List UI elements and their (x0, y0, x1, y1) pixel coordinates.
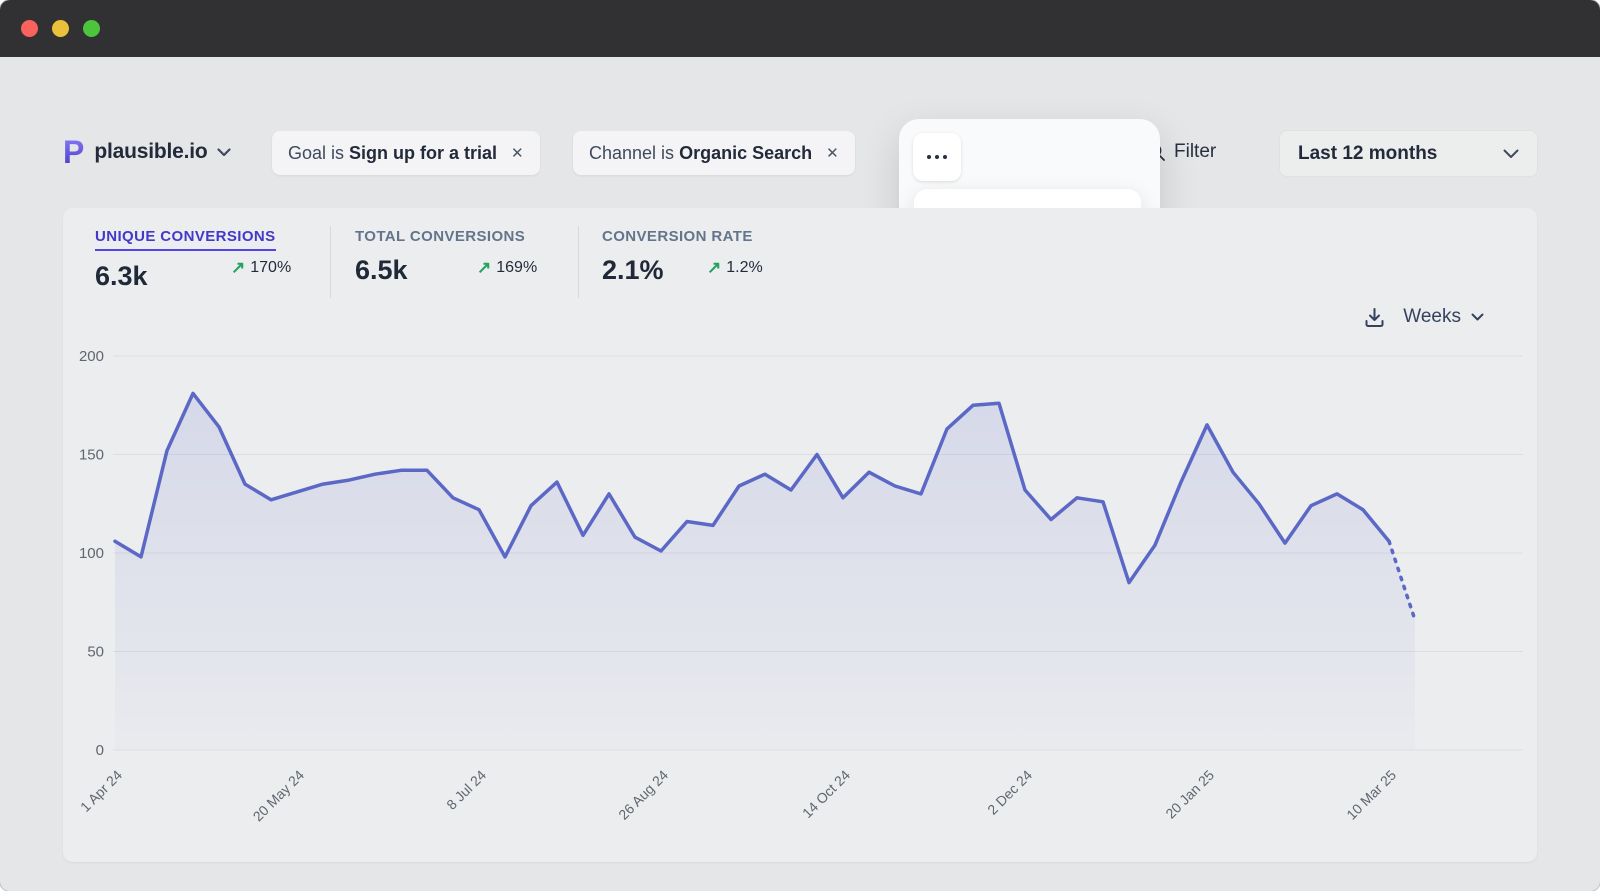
trend-up-icon: ↗ (231, 258, 245, 278)
titlebar (0, 0, 1600, 57)
download-icon[interactable] (1364, 307, 1385, 328)
chart-controls: Weeks (1364, 306, 1484, 328)
conversions-chart: 0 50 100 150 200 1 Apr 24 20 May 24 8 Jul 24 26 … (63, 208, 1537, 862)
filter-label: Filter (1174, 141, 1216, 163)
y-axis-tick-label: 150 (79, 447, 104, 464)
remove-filter-icon[interactable]: ✕ (826, 144, 839, 162)
metric-divider (330, 226, 331, 298)
filter-value: Sign up for a trial (349, 143, 497, 164)
interval-select[interactable]: Weeks (1403, 306, 1484, 328)
zoom-window-button[interactable] (83, 20, 100, 37)
dot-icon (943, 155, 947, 159)
plausible-logo-icon: P (63, 136, 84, 168)
chevron-down-icon (1471, 313, 1484, 321)
app-window: P plausible.io Goal is Sign up for a tri… (0, 0, 1600, 891)
filter-prefix: Channel is (589, 143, 674, 164)
dot-icon (935, 155, 939, 159)
metric-change: ↗ 170% (231, 258, 291, 278)
change-value: 1.2% (726, 259, 762, 277)
chevron-down-icon (217, 148, 231, 157)
filter-value: Organic Search (679, 143, 812, 164)
x-axis-tick-label: 20 Jan 25 (1162, 767, 1217, 822)
date-range-value: Last 12 months (1298, 143, 1503, 165)
filter-prefix: Goal is (288, 143, 344, 164)
filter-pill-goal[interactable]: Goal is Sign up for a trial ✕ (272, 131, 540, 175)
x-axis-tick-label: 10 Mar 25 (1343, 767, 1399, 823)
dashboard-card: 0 50 100 150 200 1 Apr 24 20 May 24 8 Jul 24 26 … (63, 208, 1537, 862)
metric-label: CONVERSION RATE (602, 228, 753, 245)
site-name: plausible.io (94, 140, 207, 164)
x-axis-tick-label: 8 Jul 24 (443, 767, 489, 813)
site-switcher[interactable]: P plausible.io (63, 136, 231, 168)
minimize-window-button[interactable] (52, 20, 69, 37)
trend-up-icon: ↗ (707, 258, 721, 278)
change-value: 169% (496, 259, 537, 277)
x-axis-tick-label: 2 Dec 24 (984, 767, 1035, 818)
change-value: 170% (250, 259, 291, 277)
x-axis-tick-label: 1 Apr 24 (77, 767, 125, 815)
metric-label: UNIQUE CONVERSIONS (95, 228, 276, 251)
close-window-button[interactable] (21, 20, 38, 37)
chevron-down-icon (1503, 149, 1519, 159)
x-axis-tick-label: 20 May 24 (250, 767, 308, 825)
more-filters-button[interactable] (913, 133, 961, 181)
metric-label: TOTAL CONVERSIONS (355, 228, 525, 245)
interval-value: Weeks (1403, 306, 1461, 328)
y-axis-tick-label: 50 (87, 644, 104, 661)
x-axis-tick-label: 26 Aug 24 (615, 767, 671, 823)
filter-pill-channel[interactable]: Channel is Organic Search ✕ (573, 131, 855, 175)
y-axis-tick-label: 100 (79, 545, 104, 562)
metric-change: ↗ 169% (477, 258, 537, 278)
date-range-select[interactable]: Last 12 months (1279, 130, 1538, 177)
trend-up-icon: ↗ (477, 258, 491, 278)
x-axis-tick-label: 14 Oct 24 (799, 767, 853, 821)
remove-filter-icon[interactable]: ✕ (511, 144, 524, 162)
metric-change: ↗ 1.2% (707, 258, 763, 278)
y-axis-tick-label: 0 (96, 742, 104, 759)
dot-icon (927, 155, 931, 159)
metric-divider (578, 226, 579, 298)
y-axis-tick-label: 200 (79, 348, 104, 365)
